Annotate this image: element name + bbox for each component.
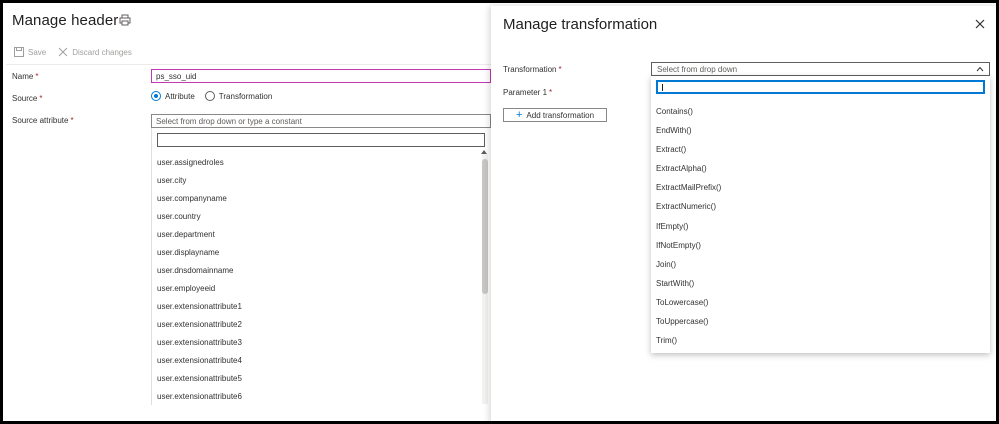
manage-header-panel: Manage header Save Discard changes Name … <box>6 6 491 405</box>
save-button[interactable]: Save <box>14 47 46 57</box>
transformation-option[interactable]: Contains() <box>656 102 721 121</box>
panel-title: Manage transformation <box>503 16 658 33</box>
attribute-option[interactable]: user.extensionattribute2 <box>157 316 242 334</box>
transformation-option[interactable]: ExtractNumeric() <box>656 197 721 216</box>
close-icon[interactable] <box>975 19 985 29</box>
screenshot-frame: Manage header Save Discard changes Name … <box>0 0 999 424</box>
manage-transformation-panel: Manage transformation Transformation * Se… <box>491 6 996 421</box>
scrollbar-thumb[interactable] <box>482 159 488 294</box>
discard-label: Discard changes <box>72 47 132 57</box>
transformation-option[interactable]: ToLowercase() <box>656 293 721 312</box>
radio-unchecked-icon <box>204 91 215 101</box>
transformation-option[interactable]: ExtractAlpha() <box>656 159 721 178</box>
attribute-list-scrollbar[interactable] <box>482 154 488 404</box>
transformation-option[interactable]: Join() <box>656 255 721 274</box>
transformation-select[interactable]: Select from drop down <box>651 62 990 76</box>
transformation-option[interactable]: StartWith() <box>656 274 721 293</box>
add-transformation-button[interactable]: + Add transformation <box>503 108 607 122</box>
transformation-option[interactable]: Trim() <box>656 331 721 350</box>
attribute-option[interactable]: user.employeeid <box>157 280 242 298</box>
name-field[interactable]: ps_sso_uid <box>151 69 491 83</box>
attribute-option[interactable]: user.extensionattribute5 <box>157 370 242 388</box>
page-title: Manage header <box>12 12 119 29</box>
attribute-option[interactable]: user.extensionattribute4 <box>157 352 242 370</box>
transformation-dropdown: Contains() EndWith() Extract() ExtractAl… <box>651 76 990 353</box>
attribute-option[interactable]: user.displayname <box>157 244 242 262</box>
source-radio-group: Attribute Transformation <box>151 91 272 101</box>
command-toolbar: Save Discard changes <box>14 47 132 57</box>
close-icon <box>58 47 68 57</box>
attribute-option[interactable]: user.assignedroles <box>157 154 242 172</box>
source-attribute-label: Source attribute * <box>12 116 74 125</box>
transformation-option[interactable]: ToUppercase() <box>656 312 721 331</box>
name-label: Name * <box>12 72 39 81</box>
transformation-option[interactable]: IfEmpty() <box>656 217 721 236</box>
radio-attribute-label: Attribute <box>165 91 195 101</box>
attribute-option[interactable]: user.country <box>157 208 242 226</box>
attribute-options-list: user.assignedroles user.city user.compan… <box>157 154 242 406</box>
transformation-label: Transformation * <box>503 65 562 74</box>
source-attribute-dropdown: user.assignedroles user.city user.compan… <box>151 128 491 405</box>
attribute-option[interactable]: user.city <box>157 172 242 190</box>
print-icon[interactable] <box>119 14 131 26</box>
attribute-option[interactable]: user.extensionattribute3 <box>157 334 242 352</box>
add-transformation-label: Add transformation <box>526 110 595 120</box>
radio-checked-icon <box>151 91 161 101</box>
transformation-option[interactable]: IfNotEmpty() <box>656 236 721 255</box>
attribute-option[interactable]: user.extensionattribute6 <box>157 388 242 406</box>
radio-transformation[interactable]: Transformation <box>204 91 273 101</box>
radio-attribute[interactable]: Attribute <box>151 91 195 101</box>
transformation-options-list: Contains() EndWith() Extract() ExtractAl… <box>656 102 721 350</box>
attribute-option[interactable]: user.department <box>157 226 242 244</box>
attribute-option[interactable]: user.dnsdomainname <box>157 262 242 280</box>
radio-transformation-label: Transformation <box>218 91 273 101</box>
parameter-1-label: Parameter 1 * <box>503 88 553 97</box>
transformation-option[interactable]: EndWith() <box>656 121 721 140</box>
transformation-placeholder: Select from drop down <box>657 65 738 74</box>
source-attribute-select[interactable]: Select from drop down or type a constant <box>151 114 491 128</box>
source-label: Source * <box>12 94 43 103</box>
attribute-option[interactable]: user.companyname <box>157 190 242 208</box>
transformation-option[interactable]: ExtractMailPrefix() <box>656 178 721 197</box>
save-icon <box>14 47 24 57</box>
attribute-filter-input[interactable] <box>157 133 485 147</box>
toolbar-divider <box>6 64 491 65</box>
save-label: Save <box>28 47 47 57</box>
transformation-option[interactable]: Extract() <box>656 140 721 159</box>
transformation-filter-input[interactable] <box>656 80 985 94</box>
attribute-option[interactable]: user.extensionattribute1 <box>157 298 242 316</box>
discard-changes-button[interactable]: Discard changes <box>58 47 132 57</box>
plus-icon: + <box>515 109 523 121</box>
chevron-up-icon <box>976 66 984 72</box>
text-caret <box>662 84 663 91</box>
